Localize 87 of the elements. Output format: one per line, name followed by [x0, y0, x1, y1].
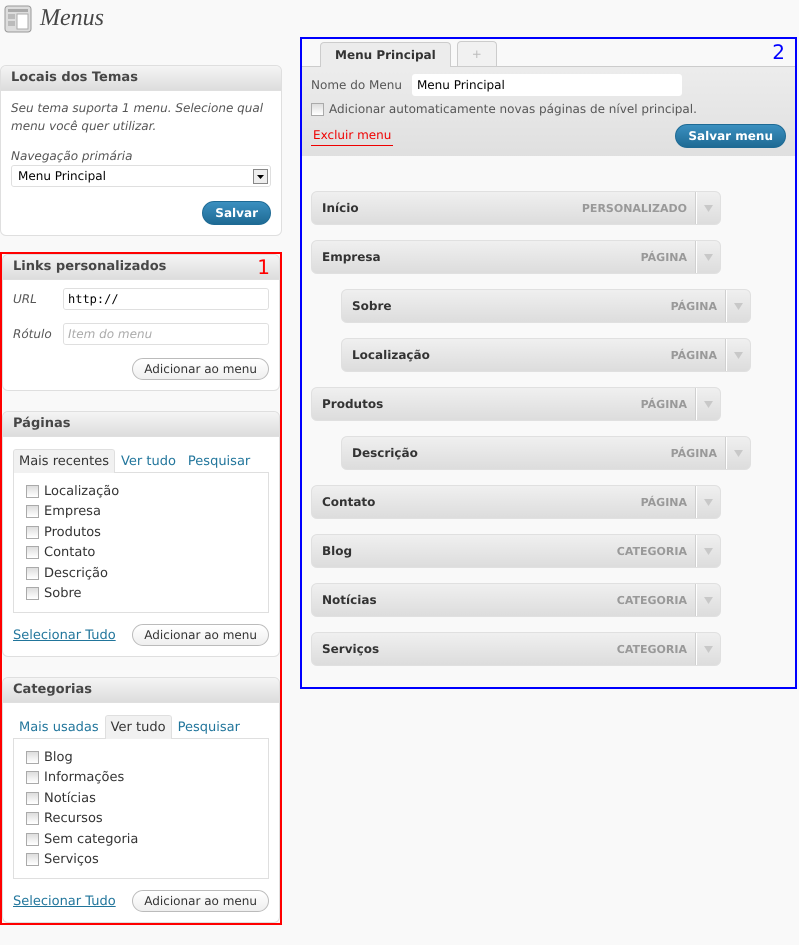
checkbox[interactable] [26, 566, 39, 580]
item-type: CATEGORIA [616, 642, 688, 656]
dropdown-arrow-icon[interactable] [704, 596, 713, 604]
checkbox-label: Contato [44, 545, 96, 560]
item-type: CATEGORIA [616, 544, 688, 558]
checkbox-label: Localização [44, 484, 120, 499]
panel-title: Categorias [3, 678, 279, 703]
checkbox-label: Recursos [44, 811, 103, 826]
menu-name-field[interactable]: Menu Principal [412, 74, 682, 96]
save-button[interactable]: Salvar [202, 201, 271, 225]
item-type: PÁGINA [640, 250, 688, 264]
checkbox-label: Notícias [44, 790, 96, 806]
menu-item[interactable]: Notícias CATEGORIA [311, 583, 721, 617]
menu-item[interactable]: Produtos PÁGINA [311, 387, 721, 421]
add-to-menu-button[interactable]: Adicionar ao menu [132, 358, 269, 380]
checkbox[interactable] [26, 832, 39, 846]
dropdown-arrow-icon[interactable] [704, 204, 713, 212]
dropdown-arrow-icon[interactable] [704, 547, 713, 555]
menu-item[interactable]: Serviços CATEGORIA [311, 632, 721, 666]
checkbox[interactable] [26, 812, 39, 826]
checkbox[interactable] [311, 102, 324, 116]
dropdown-arrow-icon[interactable] [734, 449, 743, 457]
tab[interactable]: Ver tudo [104, 715, 172, 739]
item-type: PERSONALIZADO [582, 202, 688, 214]
checkbox-label: Descrição [44, 566, 108, 581]
checkbox-label: Serviços [44, 852, 99, 868]
add-to-menu-button[interactable]: Adicionar ao menu [132, 624, 269, 646]
field-label: Nome do Menu [311, 78, 402, 92]
checkbox-label: Empresa [44, 504, 101, 520]
menu-tab[interactable]: Menu Principal [320, 42, 451, 67]
select-all-link[interactable]: Selecionar Tudo [13, 628, 116, 642]
checkbox[interactable] [26, 526, 39, 539]
checkbox[interactable] [26, 853, 39, 866]
checkbox[interactable] [26, 750, 39, 764]
menu-item[interactable]: Empresa PÁGINA [311, 240, 721, 274]
checkbox[interactable] [26, 546, 39, 560]
tab[interactable]: Pesquisar [182, 449, 256, 473]
menu-item[interactable]: Localização PÁGINA [341, 338, 751, 372]
checkbox-label: Informações [44, 770, 124, 786]
dropdown-arrow-icon[interactable] [734, 302, 743, 310]
checkbox[interactable] [26, 792, 39, 805]
checkbox[interactable] [26, 587, 39, 600]
menu-item[interactable]: Sobre PÁGINA [341, 289, 751, 323]
item-type: PÁGINA [670, 300, 718, 312]
panel-title: Locais dos Temas [1, 66, 281, 91]
item-type: CATEGORIA [616, 594, 688, 606]
label-field[interactable]: Item do menu [63, 323, 269, 345]
checkbox-label: Sobre [44, 586, 82, 602]
checkbox[interactable] [26, 771, 39, 784]
field-label: Navegação primária [11, 149, 134, 163]
tab[interactable]: Pesquisar [172, 715, 246, 739]
panel-title: Páginas [3, 412, 279, 437]
menus-icon [4, 4, 32, 32]
location-select[interactable]: Menu Principal [11, 165, 271, 187]
item-type: PÁGINA [640, 398, 688, 410]
tab[interactable]: Ver tudo [115, 449, 182, 473]
item-type: PÁGINA [640, 496, 688, 508]
item-type: PÁGINA [670, 348, 718, 362]
checkbox[interactable] [26, 505, 39, 518]
delete-menu-link[interactable]: Excluir menu [311, 126, 394, 146]
select-all-link[interactable]: Selecionar Tudo [13, 894, 116, 908]
save-menu-button[interactable]: Salvar menu [675, 124, 786, 148]
annotation-number: 2 [772, 41, 785, 63]
description: Seu tema suporta 1 menu. Selecione qual menu você quer utilizar. [11, 100, 264, 135]
checkbox-label: Produtos [44, 524, 101, 540]
field-label: Rótulo [13, 327, 53, 341]
menu-item[interactable]: Contato PÁGINA [311, 485, 721, 519]
dropdown-arrow-icon[interactable] [704, 498, 713, 506]
page-title: Menus [40, 5, 104, 32]
menu-item[interactable]: Início PERSONALIZADO [311, 191, 721, 225]
checkbox-label: Blog [44, 750, 73, 765]
field-label: URL [13, 292, 38, 306]
dropdown-arrow-icon[interactable] [704, 253, 713, 261]
checkbox-label: Adicionar automaticamente novas páginas de nível principal. [329, 102, 697, 116]
url-field[interactable]: http:// [63, 288, 269, 310]
checkbox[interactable] [26, 484, 39, 498]
annotation-number: 1 [257, 256, 270, 278]
tab[interactable]: Mais usadas [13, 715, 105, 739]
dropdown-arrow-icon[interactable] [704, 400, 713, 408]
dropdown-arrow-icon[interactable] [734, 351, 743, 359]
dropdown-arrow-icon[interactable] [704, 645, 713, 653]
menu-item[interactable]: Descrição PÁGINA [341, 436, 751, 470]
menu-item[interactable]: Blog CATEGORIA [311, 534, 721, 568]
tab[interactable]: Mais recentes [13, 449, 116, 473]
checkbox-label: Sem categoria [44, 832, 138, 847]
item-type: PÁGINA [670, 446, 718, 460]
add-to-menu-button[interactable]: Adicionar ao menu [132, 890, 269, 912]
